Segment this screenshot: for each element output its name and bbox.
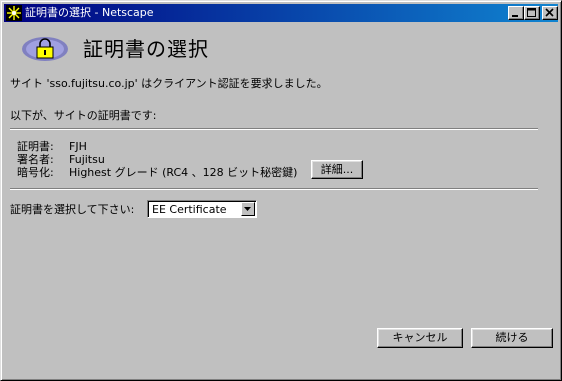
dialog-heading: 証明書の選択 <box>83 37 209 61</box>
maximize-icon <box>527 8 536 17</box>
continue-button[interactable]: 続ける <box>471 328 553 348</box>
netscape-star-icon <box>6 5 22 21</box>
request-message: サイト 'sso.fujitsu.co.jp' はクライアント認証を要求しました… <box>10 77 328 90</box>
details-button[interactable]: 詳細... <box>311 160 363 179</box>
separator-bottom <box>10 188 538 190</box>
encryption-value: Highest グレード (RC4 、128 ビット秘密鍵) <box>69 166 298 179</box>
title-bar[interactable]: 証明書の選択 - Netscape <box>4 4 558 22</box>
close-button[interactable] <box>542 6 558 20</box>
maximize-button[interactable] <box>524 6 540 20</box>
signer-label: 署名者: <box>17 153 54 166</box>
cancel-button[interactable]: キャンセル <box>377 328 463 348</box>
select-certificate-label: 証明書を選択して下さい: <box>10 203 135 216</box>
certificate-value: FJH <box>69 140 87 153</box>
dialog-window: 証明書の選択 - Netscape 証明書の選択 サイト 'sso.fujits… <box>0 0 562 381</box>
certificate-select-value: EE Certificate <box>152 203 227 216</box>
minimize-icon <box>512 15 518 17</box>
chevron-down-icon <box>244 207 251 211</box>
certificate-label: 証明書: <box>17 140 54 153</box>
signer-value: Fujitsu <box>69 153 105 166</box>
close-icon <box>545 8 554 17</box>
minimize-button[interactable] <box>508 6 524 20</box>
certificate-select[interactable]: EE Certificate <box>147 200 257 218</box>
separator-top <box>10 128 538 130</box>
encryption-label: 暗号化: <box>17 166 54 179</box>
certificate-select-dropdown-button[interactable] <box>241 202 255 216</box>
window-title: 証明書の選択 - Netscape <box>25 6 154 19</box>
certificate-intro: 以下が、サイトの証明書です: <box>10 109 157 122</box>
lock-icon <box>21 35 69 63</box>
